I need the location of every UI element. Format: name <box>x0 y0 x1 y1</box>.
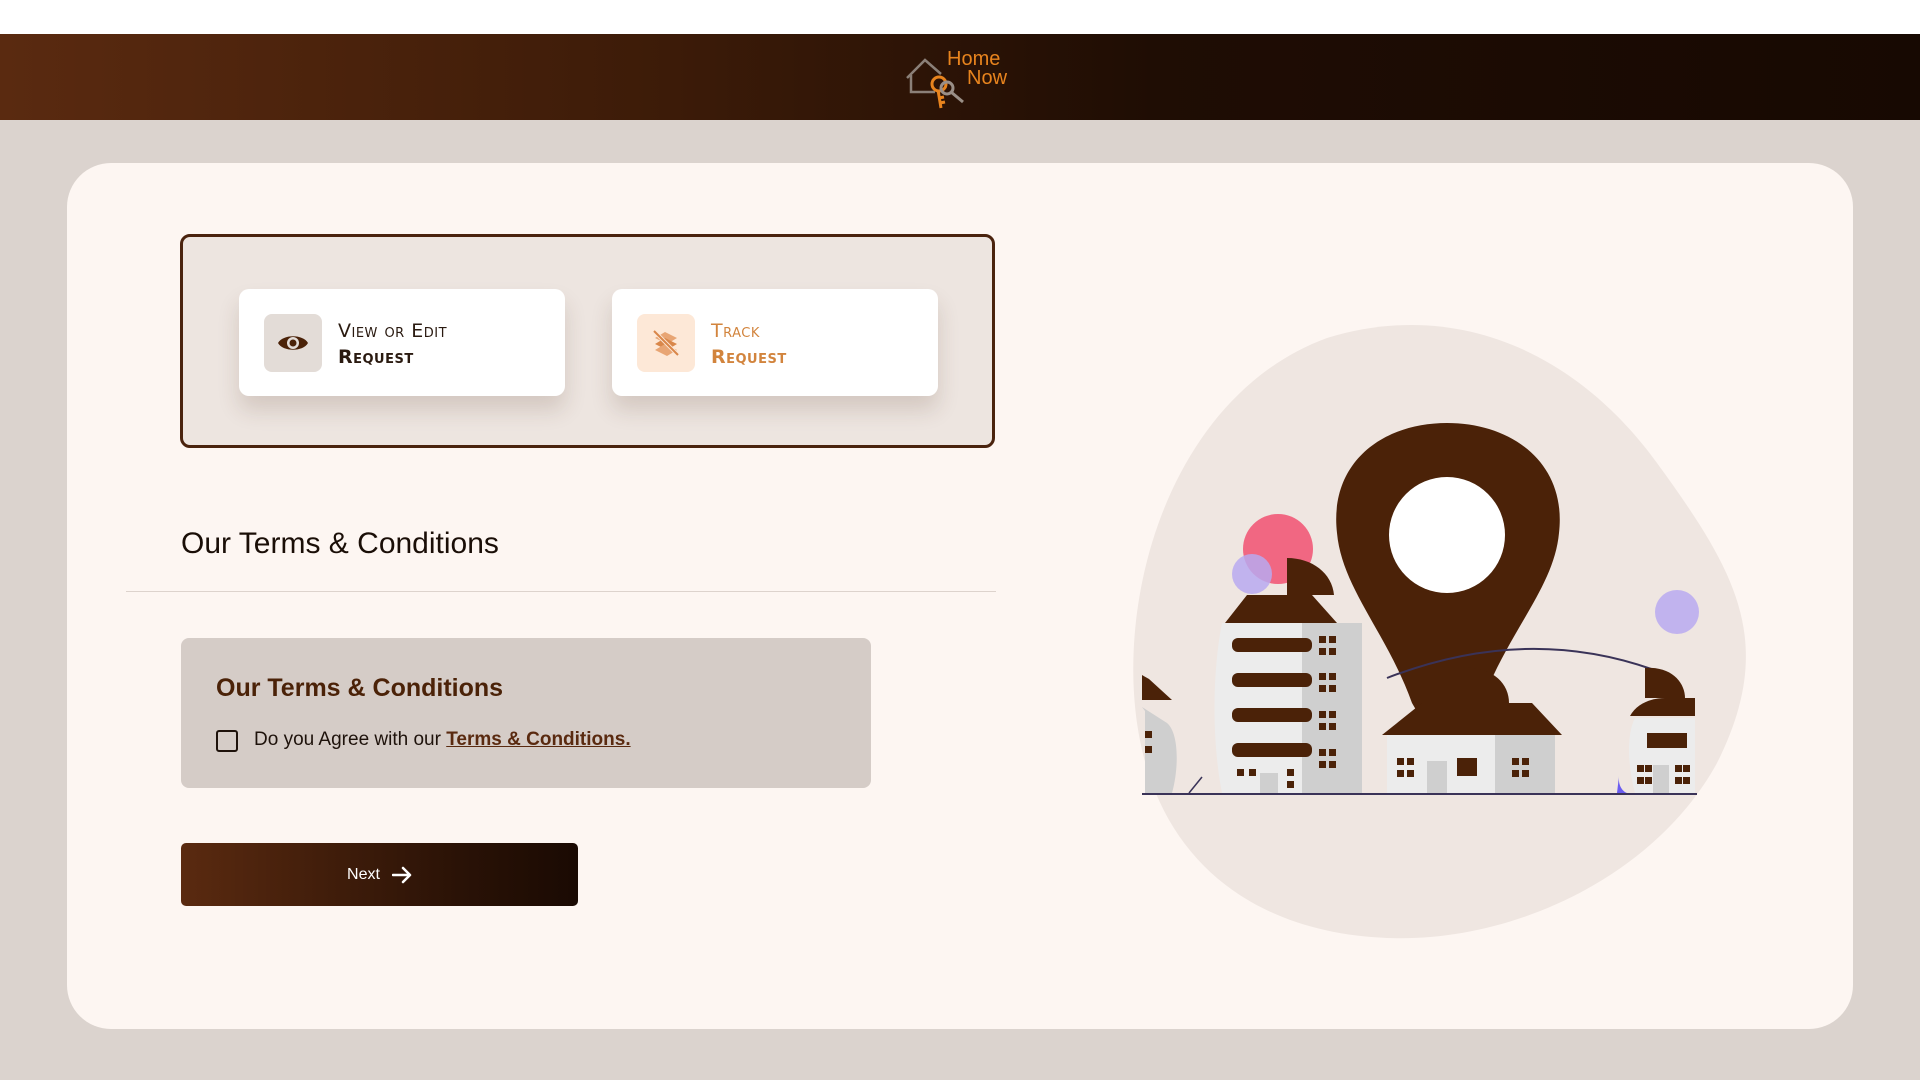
view-edit-label-line1: View or Edit <box>338 320 448 342</box>
top-white-strip <box>0 0 1920 34</box>
next-button[interactable]: Next <box>181 843 578 906</box>
request-actions-panel: View or Edit Request Track Request <box>180 234 995 448</box>
agree-terms-checkbox[interactable] <box>216 730 238 752</box>
track-icon-tile <box>637 314 695 372</box>
terms-section-title: Our Terms & Conditions <box>181 527 499 560</box>
agree-terms-text: Do you Agree with our Terms & Conditions… <box>254 729 631 751</box>
lavender-circle-deco <box>1232 554 1272 594</box>
section-divider <box>126 591 996 592</box>
track-label-line1: Track <box>711 320 760 342</box>
view-icon-tile <box>264 314 322 372</box>
terms-box-heading: Our Terms & Conditions <box>216 674 504 702</box>
logo-line-2: Now <box>967 67 1008 89</box>
track-request-label: Track Request <box>711 318 787 370</box>
view-edit-request-button[interactable]: View or Edit Request <box>239 289 565 396</box>
next-button-label: Next <box>347 865 380 883</box>
terms-conditions-link[interactable]: Terms & Conditions. <box>446 729 630 750</box>
terms-box: Our Terms & Conditions Do you Agree with… <box>181 638 871 788</box>
eye-icon <box>278 336 308 350</box>
track-request-button[interactable]: Track Request <box>612 289 938 396</box>
agree-prefix-text: Do you Agree with our <box>254 729 447 750</box>
app-header: Home Now <box>0 34 1920 120</box>
logo-text: Home Now <box>947 49 1008 89</box>
city-location-illustration <box>1133 324 1746 939</box>
view-edit-request-label: View or Edit Request <box>338 318 447 370</box>
track-label-line2: Request <box>711 346 787 368</box>
lavender-circle-deco-right <box>1655 590 1699 634</box>
main-card: View or Edit Request Track Request Our T… <box>67 163 1853 1029</box>
view-edit-label-line2: Request <box>338 346 414 368</box>
home-now-logo[interactable]: Home Now <box>905 48 1015 110</box>
arrow-right-icon <box>391 866 412 883</box>
route-icon <box>652 329 680 357</box>
